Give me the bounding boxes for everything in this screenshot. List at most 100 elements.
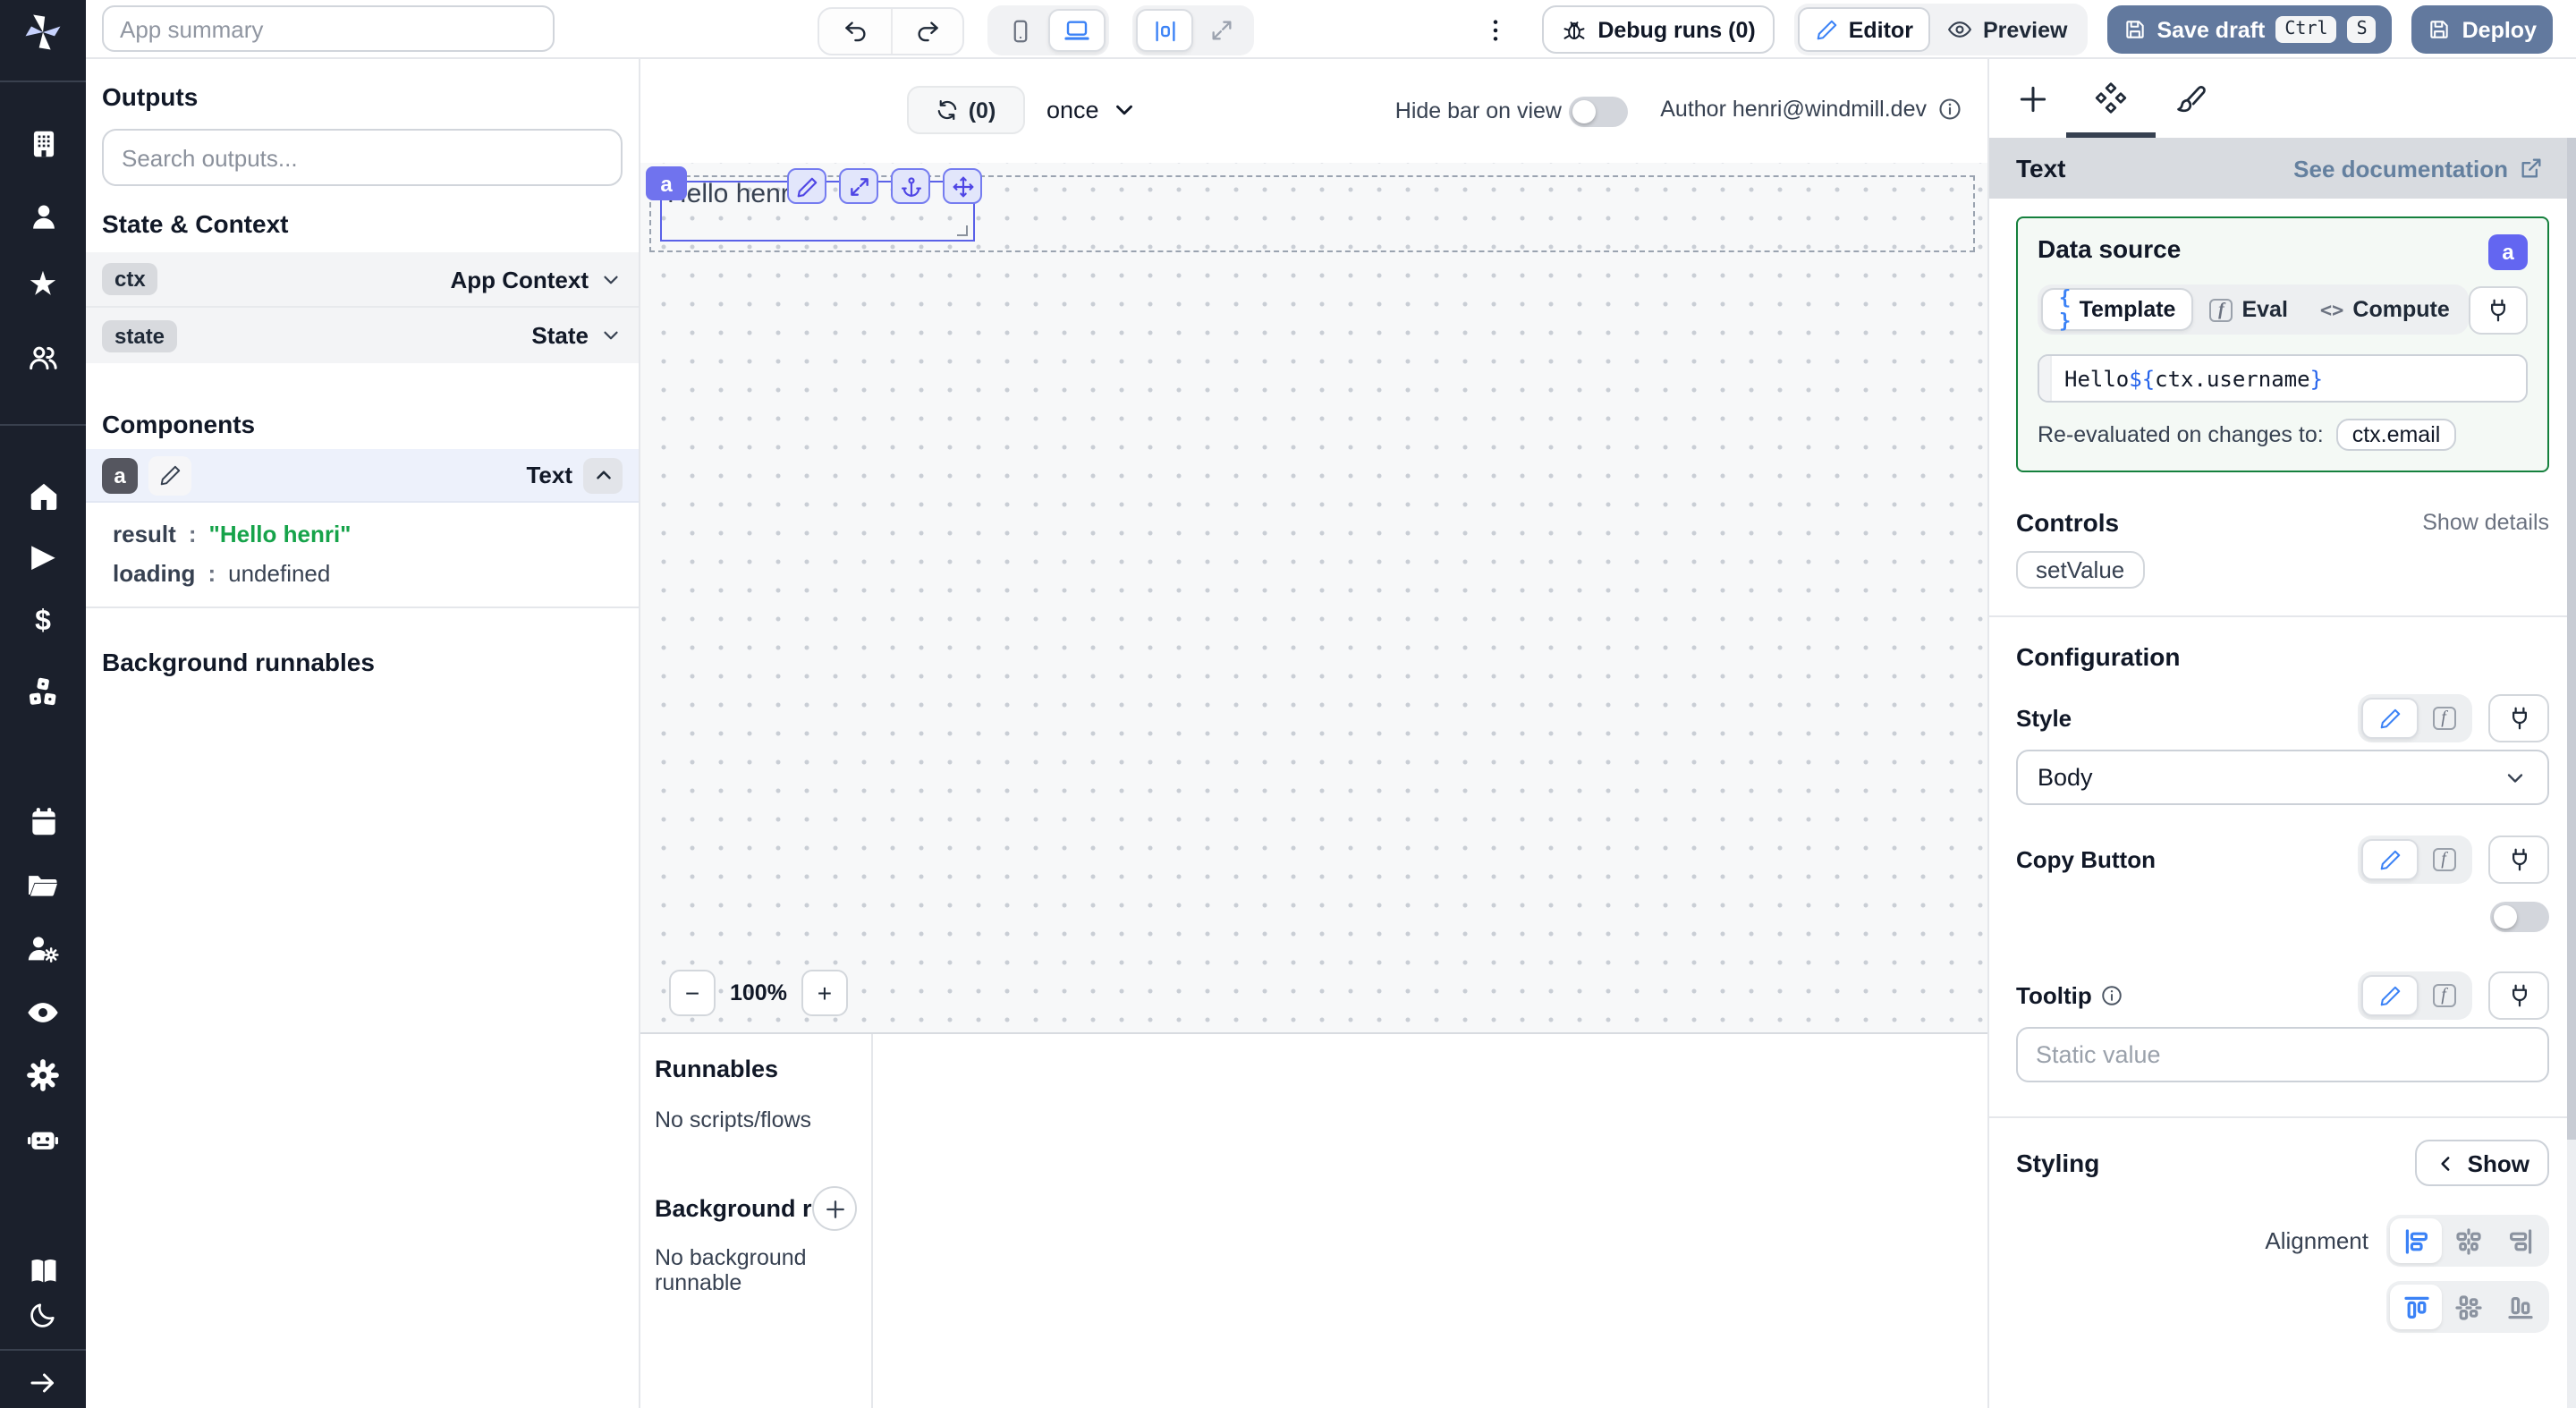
state-row[interactable]: state State [86, 308, 639, 363]
spacing-guides-button[interactable] [1136, 9, 1193, 52]
runs-play-icon[interactable]: ▶ [0, 539, 86, 578]
save-icon [2428, 18, 2452, 41]
resources-cubes-icon[interactable] [0, 673, 86, 712]
redo-button[interactable] [891, 8, 962, 53]
loading-prop-row[interactable]: loading : undefined [91, 553, 633, 592]
align-center-horizontal-button[interactable] [2442, 1218, 2494, 1263]
app-summary-input[interactable] [102, 5, 555, 52]
home-icon[interactable] [0, 476, 86, 515]
align-center-vertical-button[interactable] [2442, 1285, 2494, 1329]
tooltip-value-input[interactable] [2016, 1027, 2549, 1082]
docs-book-icon[interactable] [0, 1251, 86, 1290]
see-documentation-link[interactable]: See documentation [2293, 155, 2544, 182]
result-prop-row[interactable]: result : "Hello henri" [91, 513, 633, 553]
right-panel-scrollbar-thumb[interactable] [2567, 138, 2576, 1140]
styling-tab[interactable] [2172, 81, 2207, 116]
styling-show-button[interactable]: Show [2416, 1140, 2549, 1186]
show-details-link[interactable]: Show details [2422, 510, 2549, 535]
ctx-row[interactable]: ctx App Context [86, 252, 639, 308]
save-draft-button[interactable]: Save draft Ctrl S [2106, 5, 2392, 54]
copy-button-toggle[interactable] [2490, 902, 2549, 932]
hide-bar-toggle[interactable] [1569, 97, 1628, 127]
copy-plug-button[interactable] [2488, 835, 2549, 884]
active-tab-underline [2066, 132, 2156, 138]
add-background-runnable-button[interactable] [812, 1186, 857, 1231]
debug-runs-button[interactable]: Debug runs (0) [1542, 5, 1775, 54]
zoom-out-button[interactable]: − [669, 970, 716, 1016]
audit-eye-icon[interactable] [0, 993, 86, 1032]
refresh-app-button[interactable]: (0) [907, 86, 1025, 134]
connect-plug-button[interactable] [2470, 285, 2528, 334]
more-options-icon[interactable] [1479, 15, 1512, 44]
undo-button[interactable] [819, 8, 891, 53]
eye-icon [1947, 16, 1974, 43]
data-source-title: Data source [2038, 234, 2181, 263]
preview-tab[interactable]: Preview [1931, 16, 2084, 43]
schedules-calendar-icon[interactable] [0, 802, 86, 841]
align-right-button[interactable] [2494, 1218, 2546, 1263]
zoom-in-button[interactable]: + [801, 970, 848, 1016]
tooltip-eval-mode-button[interactable]: f [2419, 975, 2469, 1016]
settings-gear-icon[interactable] [0, 1056, 86, 1095]
editor-tab[interactable]: Editor [1799, 7, 1931, 52]
expand-sidebar-arrow-icon[interactable] [0, 1363, 86, 1403]
ai-robot-icon[interactable] [0, 1120, 86, 1159]
align-bottom-button[interactable] [2494, 1285, 2546, 1329]
anchor-component-button[interactable] [891, 168, 930, 204]
mobile-view-button[interactable] [991, 9, 1048, 52]
insert-component-tab[interactable] [2014, 81, 2050, 116]
tooltip-static-mode-button[interactable] [2361, 975, 2419, 1016]
chevron-down-icon [599, 267, 623, 291]
align-top-button[interactable] [2390, 1285, 2442, 1329]
fullscreen-button[interactable] [1193, 9, 1250, 52]
template-code-input[interactable]: Hello ${ctx.username} [2038, 354, 2528, 403]
move-component-button[interactable] [943, 168, 982, 204]
windmill-logo-icon[interactable] [0, 13, 86, 52]
groups-users-icon[interactable] [0, 338, 86, 377]
dark-mode-moon-icon[interactable] [0, 1295, 86, 1335]
variables-dollar-icon[interactable]: $ [0, 603, 86, 642]
sidebar-divider [0, 81, 86, 82]
no-background-label: No background runnable [655, 1245, 857, 1295]
desktop-view-button[interactable] [1048, 9, 1106, 52]
reeval-dependency-chip[interactable]: ctx.email [2336, 419, 2457, 451]
component-row-a[interactable]: a Text [86, 449, 639, 503]
info-icon[interactable] [2101, 984, 2124, 1007]
function-icon: f [2432, 984, 2455, 1007]
workspace-building-icon[interactable] [0, 123, 86, 163]
run-mode-dropdown[interactable]: once [1046, 86, 1139, 134]
edit-component-button[interactable] [787, 168, 826, 204]
state-context-title: State & Context [102, 209, 623, 238]
outputs-panel: Outputs State & Context ctx App Context … [86, 59, 640, 1408]
tooltip-plug-button[interactable] [2488, 971, 2549, 1020]
search-outputs-input[interactable] [102, 129, 623, 186]
style-select[interactable]: Body [2016, 750, 2549, 805]
template-mode-tab[interactable]: { } Template [2041, 288, 2193, 331]
setvalue-control-chip[interactable]: setValue [2016, 551, 2144, 589]
section-divider [1989, 1116, 2576, 1118]
app-canvas[interactable]: a [640, 163, 1987, 1032]
edit-component-id-icon[interactable] [148, 455, 191, 495]
copy-eval-mode-button[interactable]: f [2419, 839, 2469, 880]
user-icon[interactable] [0, 197, 86, 236]
expand-component-button[interactable] [839, 168, 878, 204]
favorites-star-icon[interactable]: ★ [0, 267, 86, 306]
styling-section-header: Styling Show [2016, 1140, 2549, 1186]
style-plug-button[interactable] [2488, 694, 2549, 742]
tooltip-mode-group: f [2358, 971, 2472, 1020]
copy-static-mode-button[interactable] [2361, 839, 2419, 880]
groups-settings-icon[interactable] [0, 929, 86, 968]
compute-mode-tab[interactable]: <> Compute [2304, 288, 2466, 331]
style-static-mode-button[interactable] [2361, 698, 2419, 739]
component-settings-tab[interactable] [2093, 81, 2129, 116]
folders-icon[interactable] [0, 866, 86, 905]
style-eval-mode-button[interactable]: f [2419, 698, 2469, 739]
eval-mode-tab[interactable]: f Eval [2193, 288, 2303, 331]
info-icon[interactable] [1937, 97, 1962, 122]
resize-handle[interactable] [957, 225, 968, 236]
chevron-left-icon [2436, 1151, 2459, 1175]
collapse-component-button[interactable] [583, 457, 623, 493]
runnables-panel: Runnables No scripts/flows Background ru… [640, 1032, 1987, 1408]
deploy-button[interactable]: Deploy [2412, 5, 2553, 54]
align-left-button[interactable] [2390, 1218, 2442, 1263]
